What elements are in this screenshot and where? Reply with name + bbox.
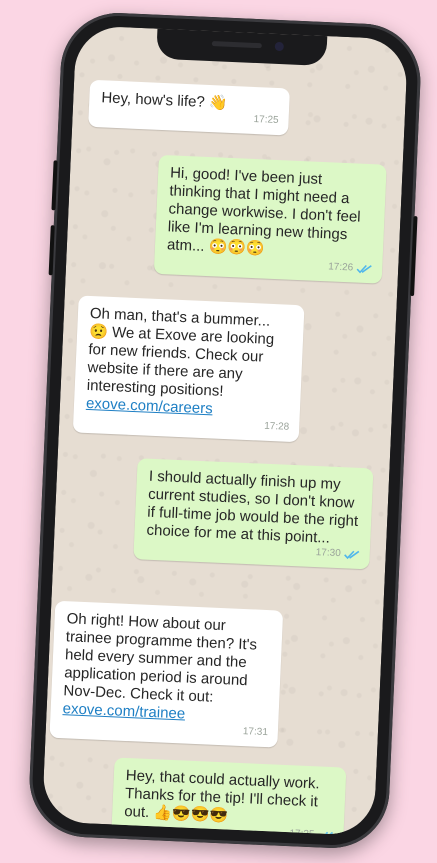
side-button-right — [410, 216, 418, 297]
message-meta: 17:26 — [328, 258, 373, 278]
message-text: Oh man, that's a bummer... 😟 We at Exove… — [86, 305, 275, 400]
message-time: 17:26 — [327, 261, 354, 274]
message-text: Oh right! How about our trainee programm… — [63, 610, 258, 706]
stage: Hey, how's life? 👋 17:25 Hi, good! I've … — [0, 0, 437, 863]
message-meta: 17:30 — [315, 544, 360, 564]
message-text: Hey, how's life? 👋 — [101, 89, 228, 112]
message-meta: 17:28 — [264, 418, 290, 437]
side-button-left-top — [51, 160, 58, 211]
read-receipt-icon — [356, 264, 372, 274]
camera-icon — [274, 41, 284, 52]
message-bubble-incoming[interactable]: Oh man, that's a bummer... 😟 We at Exove… — [72, 295, 305, 443]
speaker-grille — [211, 41, 262, 49]
message-text: Hey, that could actually work. Thanks fo… — [123, 767, 321, 825]
message-time: 17:35 — [289, 828, 315, 836]
message-bubble-incoming[interactable]: Hey, how's life? 👋 17:25 — [88, 79, 290, 136]
chat-screen: Hey, how's life? 👋 17:25 Hi, good! I've … — [41, 25, 409, 836]
message-time: 17:28 — [263, 420, 290, 433]
read-receipt-icon — [344, 550, 360, 560]
side-button-left-bottom — [48, 225, 55, 276]
read-receipt-icon — [317, 831, 334, 836]
message-bubble-outgoing[interactable]: Hey, that could actually work. Thanks fo… — [111, 757, 347, 836]
message-meta: 17:35 — [289, 825, 334, 836]
message-text: I should actually finish up my current s… — [146, 467, 359, 547]
message-bubble-outgoing[interactable]: Hi, good! I've been just thinking that I… — [153, 154, 387, 284]
message-time: 17:25 — [253, 113, 279, 127]
message-time: 17:31 — [242, 726, 269, 739]
conversation: Hey, how's life? 👋 17:25 Hi, good! I've … — [42, 69, 407, 836]
message-bubble-outgoing[interactable]: I should actually finish up my current s… — [133, 458, 374, 570]
message-meta: 17:31 — [242, 723, 268, 742]
message-time: 17:30 — [315, 547, 341, 560]
phone-frame: Hey, how's life? 👋 17:25 Hi, good! I've … — [27, 10, 423, 851]
message-text: Hi, good! I've been just thinking that I… — [166, 164, 361, 258]
message-meta: 17:25 — [253, 111, 279, 130]
phone-notch — [156, 28, 328, 67]
message-bubble-incoming[interactable]: Oh right! How about our trainee programm… — [49, 600, 284, 748]
